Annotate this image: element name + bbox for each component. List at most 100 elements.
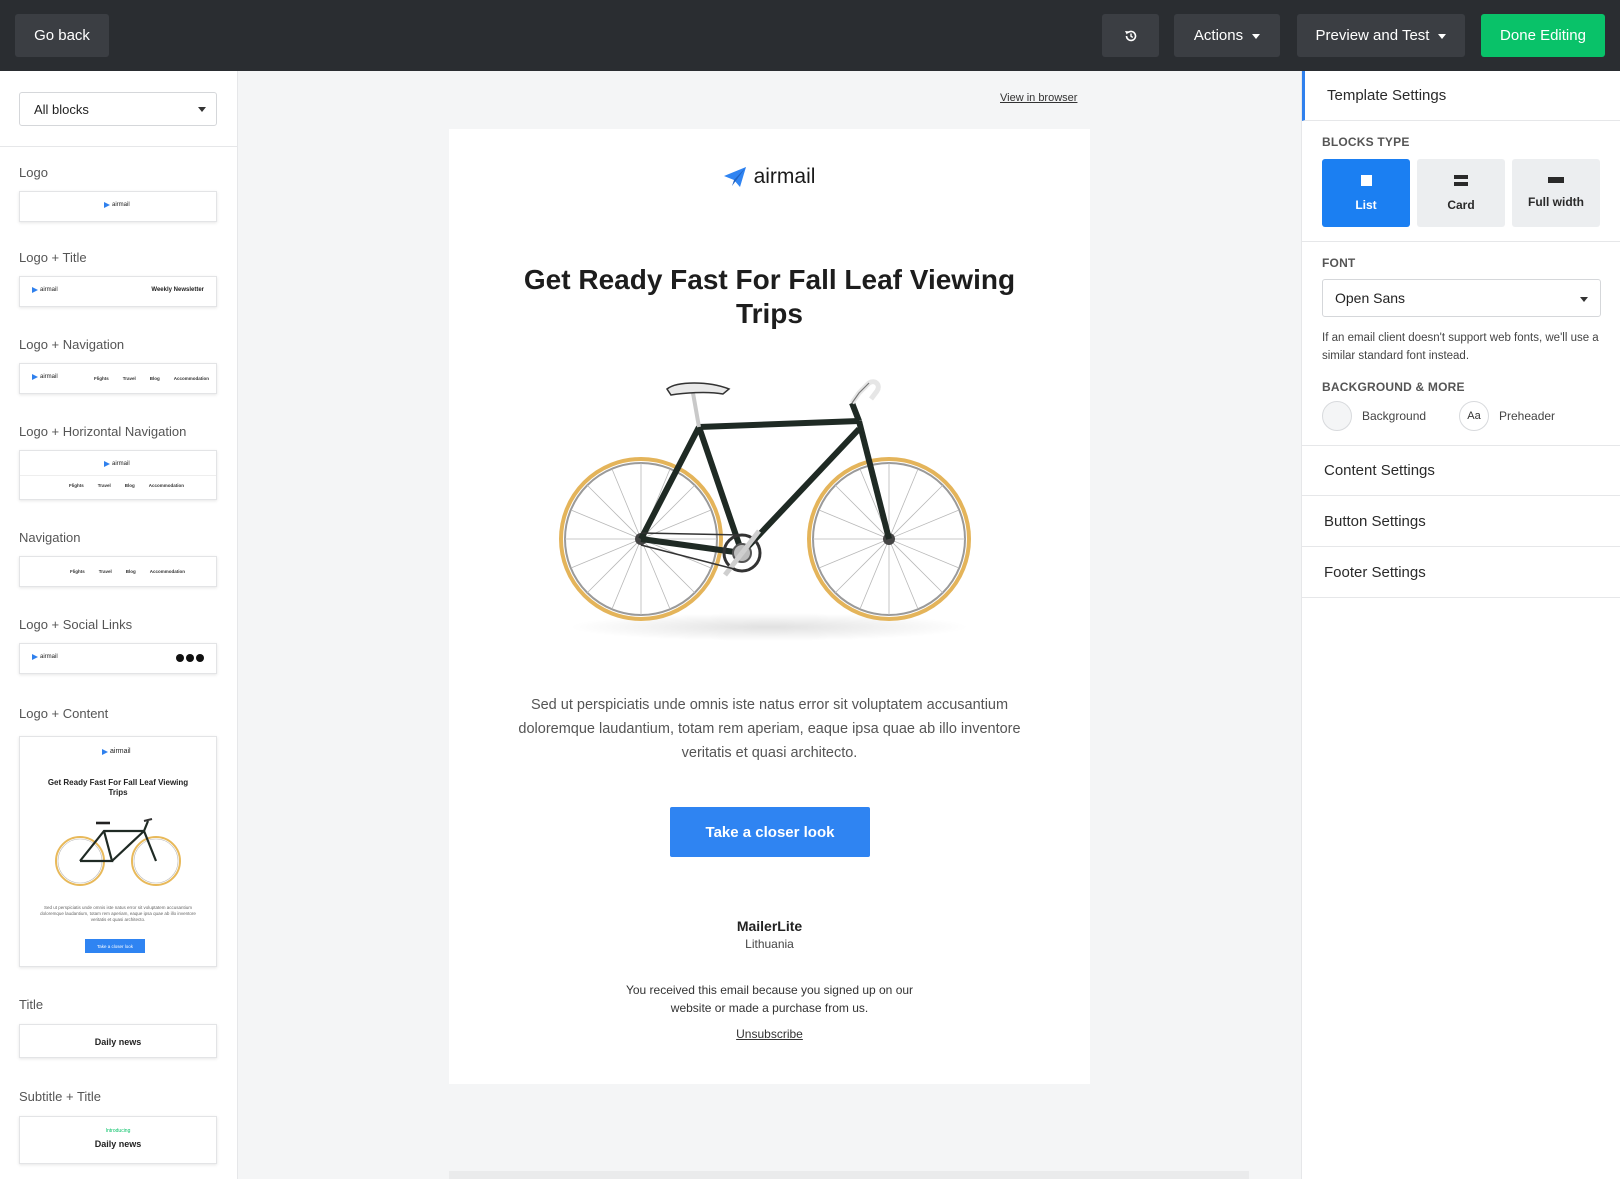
mini-nav-item: Travel [97,483,111,488]
blocks-type-caption: BLOCKS TYPE [1322,135,1410,149]
email-cta-button[interactable]: Take a closer look [670,807,870,857]
block-type-list[interactable]: List [1322,159,1410,227]
block-logo-social-links[interactable]: airmail [19,643,217,674]
mini-logo: airmail [32,287,58,293]
mini-nav-item: Blog [124,483,135,488]
mini-nav: Flights Travel Blog Accommodation [94,376,209,381]
email-company-country: Lithuania [745,937,794,951]
next-email-edge [449,1171,1249,1179]
block-title[interactable]: Daily news [19,1024,217,1058]
mini-logo: airmail [102,748,131,755]
block-logo-title[interactable]: airmail Weekly Newsletter [19,276,217,307]
template-settings-header[interactable]: Template Settings [1302,71,1620,121]
mini-bicycle-image [55,818,181,886]
mini-logo-text: airmail [112,202,130,208]
mini-nav: Flights Travel Blog Accommodation [69,483,184,488]
footer-settings-header[interactable]: Footer Settings [1302,548,1620,598]
font-select-value: Open Sans [1335,290,1406,306]
mini-social-icons [176,654,204,662]
block-type-full-width[interactable]: Full width [1512,159,1600,227]
block-type-card[interactable]: Card [1417,159,1505,227]
block-logo-horizontal-navigation[interactable]: airmail Flights Travel Blog Accommodatio… [19,450,217,500]
background-caption: BACKGROUND & MORE [1322,380,1465,394]
block-logo[interactable]: airmail [19,191,217,222]
actions-dropdown[interactable]: Actions [1174,14,1280,57]
mini-subtitle: Introducing [105,1128,131,1134]
mini-nav-item: Travel [122,376,136,381]
preview-label: Preview and Test [1315,27,1430,44]
mini-logo: airmail [104,202,130,208]
go-back-label: Go back [34,27,90,44]
mini-logo: airmail [32,654,58,660]
block-subtitle-title[interactable]: Introducing Daily news [19,1116,217,1164]
mini-logo-text: airmail [40,654,58,660]
paper-plane-icon [104,461,110,467]
background-color-picker[interactable]: Background [1322,401,1426,431]
full-width-icon [1548,177,1564,183]
mini-logo-text: airmail [40,374,58,380]
history-icon [1124,30,1136,41]
mini-nav-item: Accommodation [173,376,210,381]
view-in-browser-link[interactable]: View in browser [1000,92,1077,104]
mini-nav-item: Blog [149,376,160,381]
unsubscribe-link[interactable]: Unsubscribe [449,1027,1090,1041]
paper-plane-icon [32,374,38,380]
divider [20,475,216,476]
done-editing-button[interactable]: Done Editing [1481,14,1605,57]
block-logo-content[interactable]: airmail Get Ready Fast For Fall Leaf Vie… [19,736,217,967]
preview-and-test-dropdown[interactable]: Preview and Test [1297,14,1465,57]
email-title[interactable]: Get Ready Fast For Fall Leaf Viewing Tri… [509,263,1030,331]
go-back-button[interactable]: Go back [15,14,109,57]
blocks-filter-select[interactable]: All blocks [19,92,217,126]
paper-plane-icon [104,202,110,208]
button-settings-label: Button Settings [1324,513,1426,530]
mini-content-title: Get Ready Fast For Fall Leaf Viewing Tri… [47,778,189,797]
preheader-label: Preheader [1499,409,1556,423]
chevron-down-icon [1580,297,1588,302]
preheader-swatch: Aa [1459,401,1489,431]
block-label: Logo + Title [19,250,87,265]
paper-plane-icon [102,748,108,755]
block-logo-navigation[interactable]: airmail Flights Travel Blog Accommodatio… [19,363,217,394]
block-label: Logo + Navigation [19,337,125,352]
email-body-text[interactable]: Sed ut perspiciatis unde omnis iste natu… [504,693,1035,765]
content-settings-header[interactable]: Content Settings [1302,446,1620,496]
font-select[interactable]: Open Sans [1322,279,1601,317]
email-logo[interactable]: airmail [449,165,1090,189]
font-note: If an email client doesn't support web f… [1322,332,1599,362]
email-footer-reason: You received this email because you sign… [625,983,914,1015]
blocks-sidebar: All blocks Logo airmail Logo + Title air… [0,71,238,1179]
block-label: Logo [19,165,48,180]
button-settings-header[interactable]: Button Settings [1302,497,1620,547]
mini-nav-item: Flights [94,376,109,381]
actions-label: Actions [1193,27,1244,44]
block-label: Subtitle + Title [19,1089,102,1104]
bicycle-image[interactable] [559,369,980,659]
mini-logo: airmail [32,374,58,380]
content-settings-label: Content Settings [1324,462,1435,479]
done-label: Done Editing [1500,27,1586,44]
divider [1302,241,1620,242]
block-navigation[interactable]: Flights Travel Blog Accommodation [19,556,217,587]
block-type-label: List [1355,197,1377,212]
template-settings-label: Template Settings [1327,87,1447,104]
blocks-filter-value: All blocks [34,101,89,117]
mini-logo-text: airmail [110,748,131,755]
paper-plane-icon [32,654,38,660]
preheader-picker[interactable]: Aa Preheader [1459,401,1555,431]
chevron-down-icon [1438,33,1447,39]
mini-nav-item: Accommodation [148,483,185,488]
chevron-down-icon [1252,33,1261,39]
mini-cta: Take a closer look [85,939,145,953]
mini-title: Weekly Newsletter [151,287,204,293]
history-button[interactable] [1102,14,1159,57]
mini-nav-item: Flights [69,483,84,488]
list-icon [1360,174,1372,186]
mini-nav-item: Accommodation [149,569,186,574]
facebook-icon [176,654,184,662]
mini-logo-text: airmail [112,461,130,467]
block-type-label: Card [1447,197,1475,212]
background-label: Background [1362,409,1427,423]
mini-nav: Flights Travel Blog Accommodation [70,569,185,574]
mini-nav-item: Blog [125,569,136,574]
